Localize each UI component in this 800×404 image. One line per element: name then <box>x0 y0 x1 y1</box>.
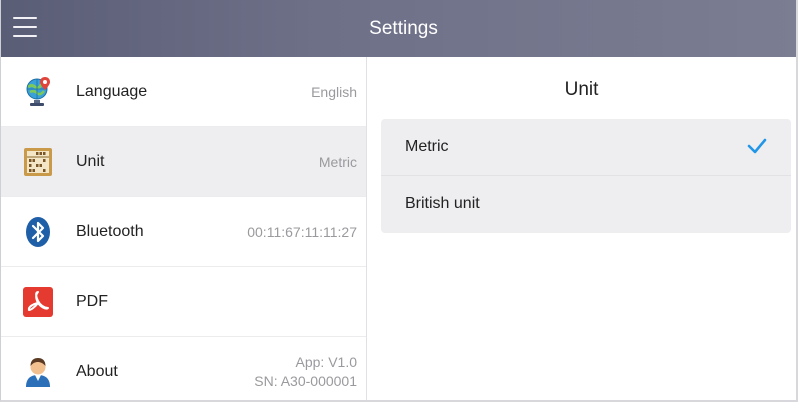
bluetooth-address: 00:11:67:11:11:27 <box>247 224 357 240</box>
sidebar-item-language[interactable]: Language English <box>1 57 366 127</box>
panel-title: Unit <box>564 79 599 100</box>
sidebar-item-label: About <box>76 363 118 380</box>
about-info: App: V1.0 SN: A30-000001 <box>254 353 357 393</box>
app-window: Settings Language English Unit Metric Bl… <box>0 0 798 402</box>
unit-panel: Unit Metric British unit <box>367 57 796 400</box>
top-bar: Settings <box>1 0 796 57</box>
option-british-unit[interactable]: British unit <box>381 175 791 232</box>
option-label: British unit <box>405 195 480 212</box>
sidebar-item-label: Language <box>76 83 148 100</box>
sidebar-item-label: PDF <box>76 293 108 310</box>
pdf-icon <box>23 287 53 317</box>
option-metric[interactable]: Metric <box>381 119 791 175</box>
bluetooth-icon <box>26 217 50 247</box>
language-value: English <box>311 84 357 100</box>
abacus-icon <box>24 148 52 176</box>
unit-options: Metric British unit <box>381 119 791 233</box>
serial-number: SN: A30-000001 <box>254 373 357 389</box>
sidebar-item-about[interactable]: About App: V1.0 SN: A30-000001 <box>1 337 366 400</box>
page-title: Settings <box>369 18 438 39</box>
sidebar-item-label: Bluetooth <box>76 223 144 240</box>
sidebar-item-label: Unit <box>76 153 105 170</box>
option-label: Metric <box>405 138 449 155</box>
globe-icon <box>26 77 50 106</box>
app-version: App: V1.0 <box>295 354 358 370</box>
sidebar-item-pdf[interactable]: PDF <box>1 267 366 337</box>
user-icon <box>26 358 50 387</box>
checkmark-icon <box>747 138 767 154</box>
sidebar-item-unit[interactable]: Unit Metric <box>1 127 366 197</box>
settings-sidebar: Language English Unit Metric Bluetooth 0… <box>1 57 367 400</box>
sidebar-item-bluetooth[interactable]: Bluetooth 00:11:67:11:11:27 <box>1 197 366 267</box>
unit-value: Metric <box>318 154 357 170</box>
